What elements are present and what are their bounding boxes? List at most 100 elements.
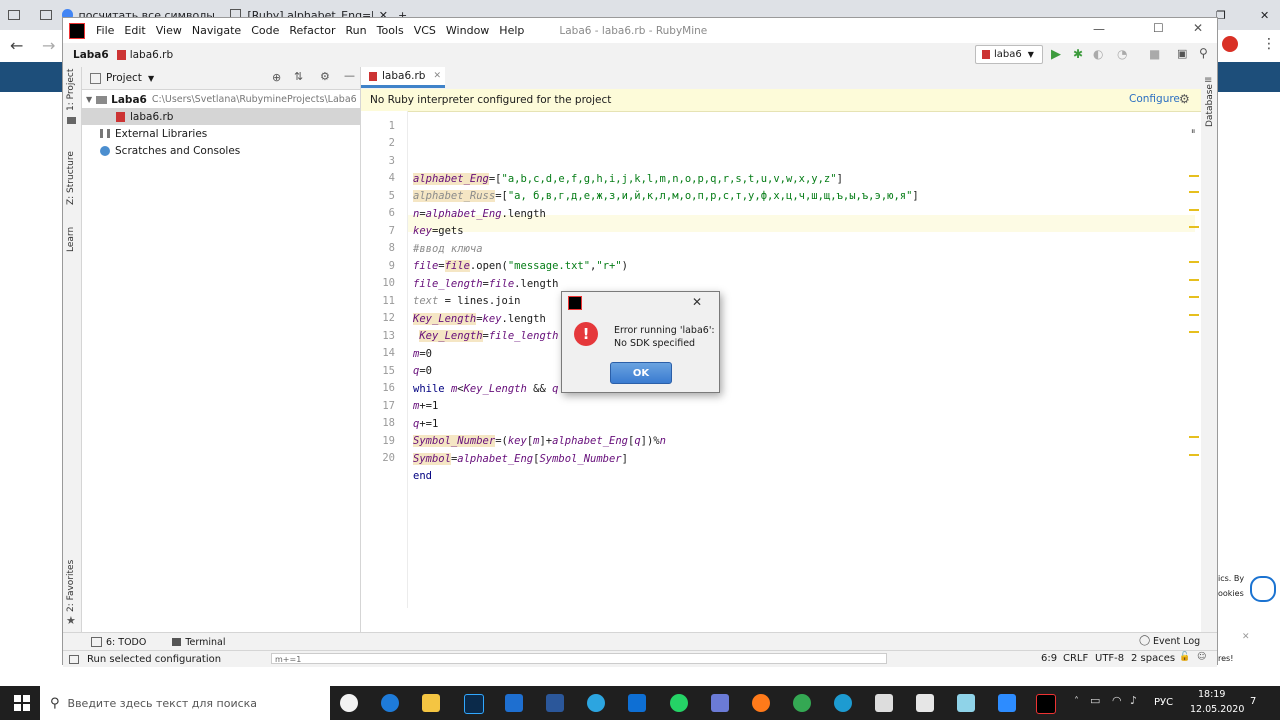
collapse-all-icon[interactable]: ⇅	[294, 70, 303, 83]
menu-code[interactable]: Code	[246, 24, 284, 37]
warning-marker[interactable]	[1189, 279, 1199, 281]
close-icon[interactable]: ✕	[433, 71, 441, 81]
close-icon[interactable]: ✕	[1242, 632, 1250, 642]
firefox-icon[interactable]	[752, 694, 770, 712]
app-icon-5[interactable]	[957, 694, 975, 712]
warning-marker[interactable]	[1189, 314, 1199, 316]
notifications-badge[interactable]: 7	[1250, 696, 1256, 707]
warning-marker[interactable]	[1189, 175, 1199, 177]
menu-window[interactable]: Window	[441, 24, 494, 37]
clock-time[interactable]: 18:19	[1198, 689, 1225, 700]
ok-button[interactable]: OK	[610, 362, 672, 384]
menu-navigate[interactable]: Navigate	[187, 24, 246, 37]
virtualbox-icon[interactable]	[875, 694, 893, 712]
stop-icon[interactable]: ■	[1149, 47, 1160, 61]
warning-marker[interactable]	[1189, 331, 1199, 333]
hide-icon[interactable]: —	[344, 69, 355, 82]
tab-favorites[interactable]: 2: Favorites	[66, 560, 76, 612]
editor-tab[interactable]: laba6.rb ✕	[361, 67, 445, 88]
browser-close-icon[interactable]: ✕	[1260, 4, 1269, 26]
windows-start-icon[interactable]	[14, 695, 30, 711]
tab-event-log[interactable]: Event Log	[1153, 636, 1200, 647]
breadcrumb-project[interactable]: Laba6	[73, 49, 109, 61]
tab-todo[interactable]: 6: TODO	[106, 637, 146, 648]
tree-item-project-root[interactable]: ▼ Laba6 C:\Users\Svetlana\RubymineProjec…	[82, 91, 360, 108]
gear-icon[interactable]: ⚙	[320, 70, 330, 83]
tree-item-external-libraries[interactable]: External Libraries	[82, 125, 360, 142]
warning-marker[interactable]	[1189, 296, 1199, 298]
line-separator[interactable]: CRLF	[1063, 653, 1088, 664]
zoom-icon[interactable]	[998, 694, 1016, 712]
teamviewer-icon[interactable]	[628, 694, 646, 712]
run-config-select[interactable]: laba6 ▼	[975, 45, 1043, 64]
project-panel-title[interactable]: Project	[106, 72, 142, 84]
maximize-icon[interactable]: ☐	[1153, 21, 1164, 35]
chevron-down-icon[interactable]: ▼	[148, 74, 154, 83]
status-toggle-icon[interactable]	[69, 654, 79, 664]
menu-edit[interactable]: Edit	[119, 24, 150, 37]
tab-project[interactable]: 1: Project	[66, 69, 76, 111]
menu-help[interactable]: Help	[494, 24, 529, 37]
warning-marker[interactable]	[1189, 261, 1199, 263]
language-indicator[interactable]: РУС	[1154, 697, 1173, 708]
warning-marker[interactable]	[1189, 436, 1199, 438]
rubymine-taskbar-icon[interactable]	[1036, 694, 1056, 714]
file-explorer-icon[interactable]	[422, 694, 440, 712]
search-icon[interactable]: ⚲	[1199, 46, 1208, 60]
lock-icon[interactable]: 🔓	[1179, 652, 1190, 662]
volume-icon[interactable]: ♪	[1130, 694, 1137, 707]
coverage-icon[interactable]: ◐	[1093, 47, 1103, 61]
inspector-icon[interactable]: ☺	[1197, 652, 1206, 662]
code-area[interactable]: alphabet_Eng=["a,b,c,d,e,f,g,h,i,j,k,l,m…	[361, 111, 1195, 608]
app-icon-1[interactable]	[340, 694, 358, 712]
close-icon[interactable]: ✕	[1193, 21, 1203, 35]
menu-vcs[interactable]: VCS	[409, 24, 441, 37]
tab-learn[interactable]: Learn	[66, 227, 76, 252]
adblock-icon[interactable]	[1222, 36, 1238, 52]
menu-refactor[interactable]: Refactor	[284, 24, 340, 37]
forward-arrow-icon[interactable]: →	[42, 36, 55, 55]
breadcrumb-file[interactable]: laba6.rb	[130, 49, 173, 61]
run-icon[interactable]: ▶	[1051, 47, 1061, 62]
caret-position[interactable]: 6:9	[1041, 653, 1057, 664]
word-icon[interactable]	[546, 694, 564, 712]
app-icon-2[interactable]	[711, 694, 729, 712]
clock-date[interactable]: 12.05.2020	[1190, 704, 1244, 715]
photoshop-icon[interactable]	[464, 694, 484, 714]
tab-structure[interactable]: Z: Structure	[66, 151, 76, 205]
chat-widget-icon[interactable]	[1250, 576, 1276, 602]
chevron-up-icon[interactable]: ˄	[1074, 696, 1079, 707]
browser-menu-icon[interactable]: ⋮	[1262, 36, 1276, 52]
tab-terminal[interactable]: Terminal	[185, 637, 225, 648]
warning-marker[interactable]	[1189, 209, 1199, 211]
app-icon-3[interactable]	[834, 694, 852, 712]
locate-icon[interactable]: ⊕	[272, 71, 281, 84]
debug-icon[interactable]: ✱	[1073, 47, 1083, 61]
warning-marker[interactable]	[1189, 191, 1199, 193]
wifi-icon[interactable]: ◠	[1112, 694, 1122, 707]
telegram-icon[interactable]	[587, 694, 605, 712]
terminal-toolbar-icon[interactable]: ▣	[1177, 47, 1187, 60]
file-encoding[interactable]: UTF-8	[1095, 653, 1124, 664]
taskbar-search[interactable]: ⚲ Введите здесь текст для поиска	[40, 686, 330, 720]
close-icon[interactable]: ✕	[692, 295, 702, 309]
menu-tools[interactable]: Tools	[372, 24, 409, 37]
configure-link[interactable]: Configure	[1129, 93, 1180, 105]
edge-icon[interactable]	[381, 694, 399, 712]
browser-tab-list-icon[interactable]	[8, 10, 20, 20]
tab-database[interactable]: Database	[1205, 84, 1215, 127]
network-icon[interactable]: ▭	[1090, 694, 1100, 707]
profile-icon[interactable]: ◔	[1117, 47, 1127, 61]
gear-icon[interactable]: ⚙	[1179, 92, 1190, 106]
menu-run[interactable]: Run	[341, 24, 372, 37]
tree-item-file[interactable]: laba6.rb	[82, 108, 360, 125]
minimize-icon[interactable]: —	[1093, 22, 1105, 36]
warning-marker[interactable]	[1189, 454, 1199, 456]
indent-setting[interactable]: 2 spaces	[1131, 653, 1175, 664]
browser-back-tab-icon[interactable]	[40, 10, 52, 20]
menu-view[interactable]: View	[151, 24, 187, 37]
mail-icon[interactable]	[505, 694, 523, 712]
tree-item-scratches[interactable]: Scratches and Consoles	[82, 142, 360, 159]
whatsapp-icon[interactable]	[670, 694, 688, 712]
back-arrow-icon[interactable]: ←	[10, 36, 23, 55]
